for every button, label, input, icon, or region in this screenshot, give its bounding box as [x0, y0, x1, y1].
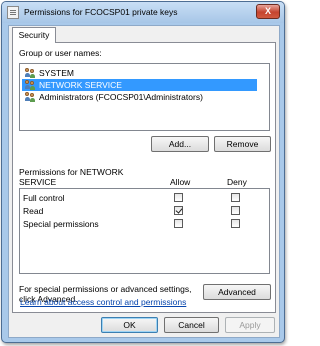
permission-row-read: Read: [20, 205, 269, 217]
permissions-label-line2: SERVICE: [19, 177, 57, 187]
deny-checkbox[interactable]: [231, 206, 240, 215]
advanced-text-line1: For special permissions or advanced sett…: [19, 284, 192, 294]
title-bar[interactable]: Permissions for FCOCSP01 private keys X: [2, 2, 284, 23]
add-button[interactable]: Add...: [151, 136, 209, 152]
ok-button[interactable]: OK: [101, 317, 158, 333]
user-name: Administrators (FCOCSP01\Administrators): [39, 92, 203, 102]
permission-row-full-control: Full control: [20, 192, 269, 204]
remove-button[interactable]: Remove: [214, 136, 271, 152]
users-icon: [25, 80, 36, 90]
permissions-label-line1: Permissions for NETWORK: [19, 167, 124, 177]
close-button[interactable]: X: [256, 4, 280, 19]
permission-name: Read: [23, 206, 44, 216]
users-icon: [25, 68, 36, 78]
deny-checkbox[interactable]: [231, 219, 240, 228]
user-name: NETWORK SERVICE: [39, 80, 122, 90]
dialog-body: Security Group or user names: SYSTEM NET…: [8, 25, 280, 338]
users-icon: [25, 92, 36, 102]
list-item-network-service[interactable]: NETWORK SERVICE: [22, 79, 257, 91]
apply-button[interactable]: Apply: [225, 317, 275, 333]
window-title: Permissions for FCOCSP01 private keys: [24, 7, 178, 17]
user-list[interactable]: SYSTEM NETWORK SERVICE Administrators (F…: [19, 63, 270, 131]
allow-checkbox[interactable]: [174, 206, 183, 215]
permissions-list: Full control Read Special permissions: [19, 188, 270, 274]
allow-header: Allow: [170, 177, 191, 187]
list-item-administrators[interactable]: Administrators (FCOCSP01\Administrators): [22, 91, 257, 103]
deny-checkbox[interactable]: [231, 193, 240, 202]
advanced-button[interactable]: Advanced: [203, 284, 271, 300]
document-icon: [7, 6, 19, 19]
group-label: Group or user names:: [19, 48, 102, 58]
cancel-button[interactable]: Cancel: [164, 317, 219, 333]
user-name: SYSTEM: [39, 68, 74, 78]
tab-security[interactable]: Security: [12, 27, 56, 43]
allow-checkbox[interactable]: [174, 193, 183, 202]
security-panel: Group or user names: SYSTEM NETWORK SERV…: [12, 42, 276, 313]
allow-checkbox[interactable]: [174, 219, 183, 228]
help-link[interactable]: Learn about access control and permissio…: [20, 297, 186, 307]
list-item-system[interactable]: SYSTEM: [22, 67, 257, 79]
deny-header: Deny: [227, 177, 247, 187]
permission-name: Full control: [23, 193, 65, 203]
permission-name: Special permissions: [23, 219, 99, 229]
permission-row-special: Special permissions: [20, 218, 269, 230]
permissions-dialog: Permissions for FCOCSP01 private keys X …: [1, 1, 285, 343]
